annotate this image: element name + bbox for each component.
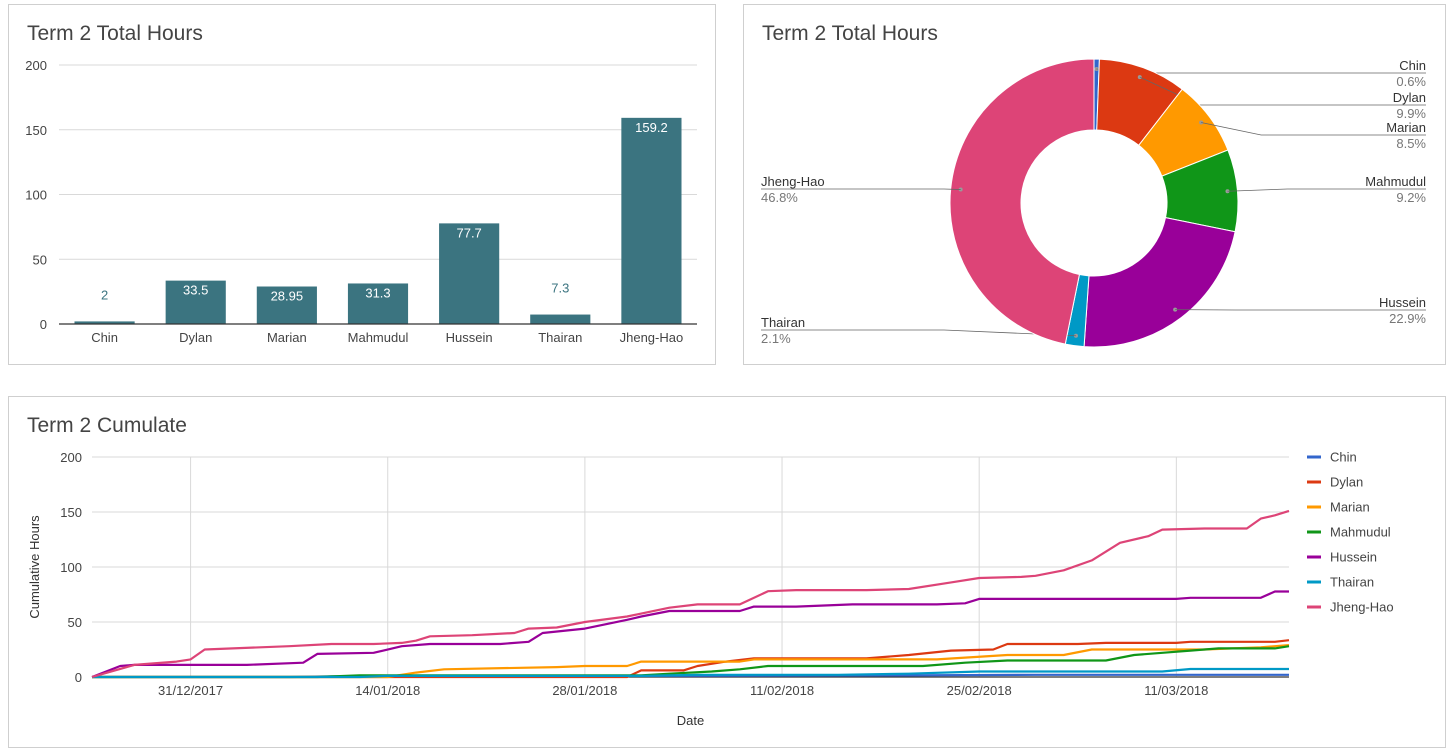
bar-value-label: 33.5 (183, 283, 208, 298)
line-y-tick-label: 100 (60, 560, 82, 575)
donut-slice-label: Hussein (1379, 295, 1426, 310)
bar-value-label: 28.95 (271, 289, 304, 304)
donut-slice-label: Jheng-Hao (761, 174, 825, 189)
legend-label: Hussein (1330, 550, 1377, 565)
donut-slice-label: Thairan (761, 315, 805, 330)
line-y-tick-label: 0 (75, 670, 82, 685)
bar-x-tick-label: Dylan (179, 330, 212, 345)
donut-slice-percent: 0.6% (1396, 74, 1426, 89)
line-x-tick-label: 25/02/2018 (947, 683, 1012, 698)
bar-y-tick-label: 150 (25, 123, 47, 138)
line-x-axis-title: Date (677, 713, 704, 728)
legend-label: Mahmudul (1330, 525, 1391, 540)
donut-slice-hussein (1083, 216, 1236, 348)
line-y-tick-label: 150 (60, 505, 82, 520)
bar-x-tick-label: Marian (267, 330, 307, 345)
bar-x-tick-label: Chin (91, 330, 118, 345)
bar-x-tick-label: Hussein (446, 330, 493, 345)
bar-thairan (530, 314, 591, 324)
bar-x-tick-label: Thairan (538, 330, 582, 345)
bar-x-tick-label: Jheng-Hao (620, 330, 684, 345)
line-chart-svg: 0 50 100 150 200 31/12/2017 14/01/2018 28/01/20… (27, 450, 1394, 729)
bar-y-tick-label: 50 (33, 252, 47, 267)
donut-slice-label: Mahmudul (1365, 174, 1426, 189)
bar-value-label: 7.3 (551, 281, 569, 296)
line-x-tick-label: 31/12/2017 (158, 683, 223, 698)
donut-slice-percent: 46.8% (761, 190, 798, 205)
donut-slice-jheng-hao (949, 58, 1095, 345)
legend-label: Thairan (1330, 575, 1374, 590)
donut-slice-percent: 2.1% (761, 331, 791, 346)
line-chart-panel: Term 2 Cumulate 0 50 100 150 200 31/12/2017 14… (8, 396, 1446, 748)
donut-chart-panel: Term 2 Total Hours Chin 0.6% Dylan 9.9% Mari… (743, 4, 1446, 365)
line-x-tick-label: 14/01/2018 (355, 683, 420, 698)
line-y-tick-label: 200 (60, 450, 82, 465)
donut-slice-label: Marian (1386, 120, 1426, 135)
line-x-tick-label: 11/02/2018 (750, 683, 814, 698)
legend-label: Marian (1330, 500, 1370, 515)
donut-slice-percent: 9.2% (1396, 190, 1426, 205)
line-y-tick-label: 50 (68, 615, 82, 630)
bar-y-tick-label: 100 (25, 188, 47, 203)
donut-slice-percent: 9.9% (1396, 106, 1426, 121)
donut-slice-label: Dylan (1393, 90, 1426, 105)
line-x-tick-label: 28/01/2018 (552, 683, 617, 698)
donut-slice-percent: 8.5% (1396, 136, 1426, 151)
line-x-tick-label: 11/03/2018 (1144, 683, 1208, 698)
donut-slice-label: Chin (1399, 58, 1426, 73)
bar-value-label: 2 (101, 287, 108, 302)
bar-value-label: 31.3 (365, 285, 390, 300)
bar-value-label: 77.7 (456, 225, 481, 240)
bar-jheng-hao (621, 117, 682, 324)
line-series-jheng-hao (91, 509, 1290, 679)
bar-value-label: 159.2 (635, 120, 668, 135)
bar-chart-panel: Term 2 Total Hours 0 50 100 150 200 2 Chin 33.5… (8, 4, 716, 365)
donut-slice-percent: 22.9% (1389, 311, 1426, 326)
bar-y-tick-label: 200 (25, 58, 47, 73)
donut-chart-svg: Chin0.6%Dylan9.9%Marian8.5% Mahmudul9.2% H… (761, 58, 1426, 348)
bar-x-tick-label: Mahmudul (348, 330, 409, 345)
legend-label: Jheng-Hao (1330, 600, 1394, 615)
bar-chart-svg: 0 50 100 150 200 2 Chin 33.5 Dylan 28.95 Marian 31.… (25, 58, 697, 345)
legend-label: Dylan (1330, 475, 1363, 490)
line-y-axis-title: Cumulative Hours (27, 515, 42, 619)
legend-label: Chin (1330, 450, 1357, 465)
bar-y-tick-label: 0 (40, 317, 47, 332)
